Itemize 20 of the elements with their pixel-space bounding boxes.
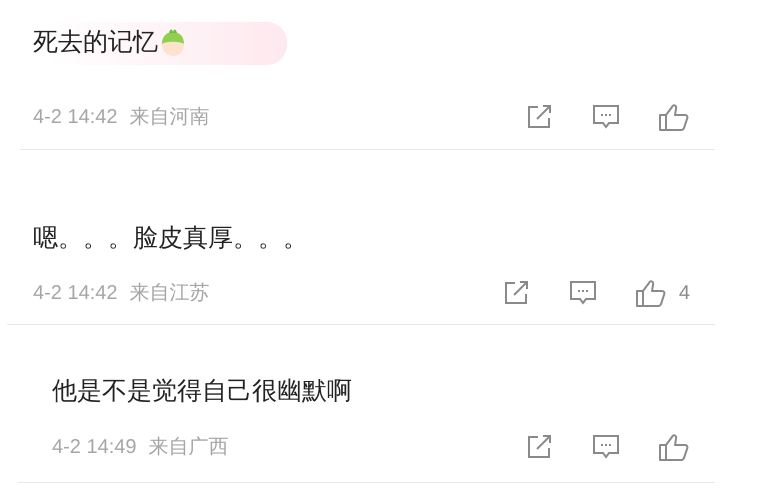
comment-text: 嗯。。。脸皮真厚。。。 bbox=[33, 223, 308, 254]
comment-icon[interactable] bbox=[592, 433, 620, 461]
comment-location: 来自河南 bbox=[130, 105, 210, 130]
like-count: 4 bbox=[678, 281, 690, 306]
comment-time: 4-2 14:42 bbox=[33, 105, 118, 130]
comment-location: 来自江苏 bbox=[130, 281, 210, 306]
comment-text: 死去的记忆 bbox=[33, 27, 158, 58]
share-icon[interactable] bbox=[526, 104, 554, 130]
comment-location: 来自广西 bbox=[148, 435, 229, 460]
comment-time: 4-2 14:42 bbox=[33, 281, 118, 306]
share-icon[interactable] bbox=[502, 280, 531, 306]
comment-icon[interactable] bbox=[592, 103, 620, 131]
thumbs-up-icon[interactable] bbox=[634, 278, 667, 308]
comment-text: 他是不是觉得自己很幽默啊 bbox=[52, 376, 352, 407]
comment-time: 4-2 14:49 bbox=[52, 435, 137, 460]
share-icon[interactable] bbox=[526, 434, 554, 460]
thumbs-up-icon[interactable] bbox=[658, 432, 690, 462]
thumbs-up-icon[interactable] bbox=[658, 102, 690, 132]
comment-icon[interactable] bbox=[568, 279, 597, 307]
sticker-icon bbox=[160, 27, 186, 57]
